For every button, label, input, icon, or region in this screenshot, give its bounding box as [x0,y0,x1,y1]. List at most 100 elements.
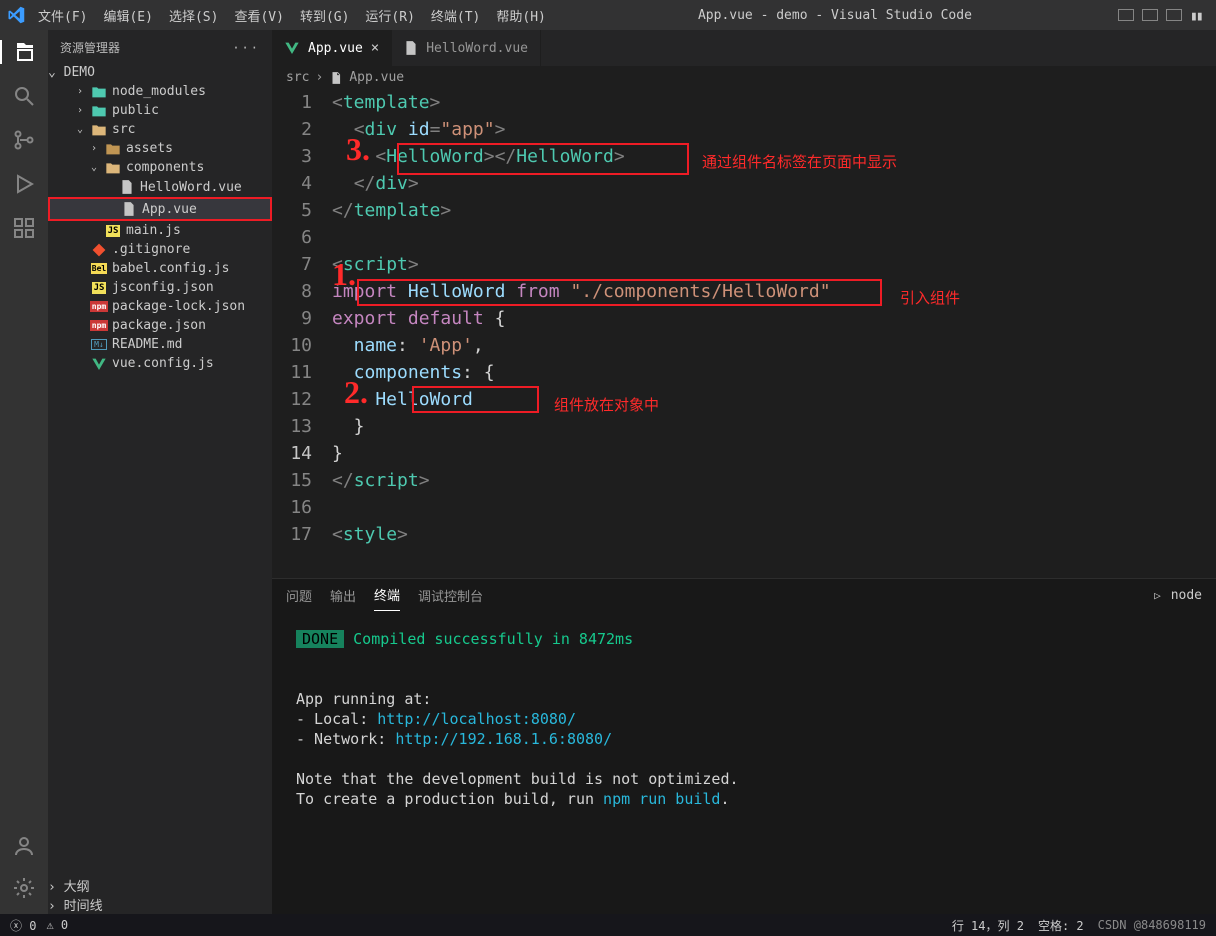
code-line[interactable]: 9export default { [272,305,1216,332]
indentation[interactable]: 空格: 2 [1038,917,1084,934]
project-name: DEMO [64,65,95,80]
editor-tab[interactable]: HelloWord.vue [392,30,541,66]
code-editor[interactable]: 1<template>2 <div id="app">3 <HelloWord>… [272,89,1216,578]
customize-layout-icon: ▮▮ [1190,9,1206,21]
tree-item[interactable]: M↓README.md [48,335,272,354]
sidebar-title: 资源管理器 [60,39,120,56]
code-line[interactable]: 12 HelloWord [272,386,1216,413]
tree-item[interactable]: App.vue [48,197,272,221]
tree-item[interactable]: HelloWord.vue [48,177,272,197]
tree-item[interactable]: ⌄src [48,120,272,139]
code-line[interactable]: 7<script> [272,251,1216,278]
extensions-icon[interactable] [0,216,48,240]
errors-count[interactable]: ⓧ 0 [10,917,36,934]
tree-item[interactable]: ›public [48,101,272,120]
folder-icon [90,123,108,137]
cursor-position[interactable]: 行 14，列 2 [952,917,1024,934]
tree-item[interactable]: .gitignore [48,240,272,259]
chevron-right-icon: › [48,880,56,895]
tree-item[interactable]: ›node_modules [48,82,272,101]
line-number: 14 [272,440,332,467]
file-icon [120,201,138,217]
code-line[interactable]: 16 [272,494,1216,521]
code-line[interactable]: 10 name: 'App', [272,332,1216,359]
tab-label: App.vue [308,41,363,56]
tree-item[interactable]: ›assets [48,139,272,158]
code-line[interactable]: 14} [272,440,1216,467]
warnings-count[interactable]: ⚠ 0 [46,918,68,932]
more-icon[interactable]: ··· [232,41,260,55]
editor-tab[interactable]: App.vue × [272,30,392,66]
tree-item-label: jsconfig.json [112,280,214,295]
menu-item[interactable]: 运行(R) [359,2,420,29]
menu-item[interactable]: 终端(T) [425,2,486,29]
menu-item[interactable]: 查看(V) [228,2,289,29]
accounts-icon[interactable] [0,834,48,858]
line-number: 7 [272,251,332,278]
file-icon [404,40,418,56]
tree-item[interactable]: JSmain.js [48,221,272,240]
breadcrumb[interactable]: src › App.vue [272,66,1216,89]
folder-icon [104,161,122,175]
code-line[interactable]: 4 </div> [272,170,1216,197]
menu-item[interactable]: 编辑(E) [97,2,158,29]
babel-icon: Bel [90,263,108,274]
search-icon[interactable] [0,84,48,108]
code-line[interactable]: 6 [272,224,1216,251]
code-line[interactable]: 11 components: { [272,359,1216,386]
tree-item-label: README.md [112,337,182,352]
tree-item-label: assets [126,141,173,156]
line-number: 12 [272,386,332,413]
terminal-output[interactable]: DONE Compiled successfully in 8472ms App… [272,611,1216,914]
terminal-panel: 问题输出终端调试控制台 ▷ node DONE Compiled success… [272,578,1216,914]
chevron-icon: › [74,86,86,97]
panel-tab[interactable]: 调试控制台 [418,580,483,611]
tree-item-label: babel.config.js [112,261,229,276]
panel-tab[interactable]: 终端 [374,579,400,611]
timeline-section[interactable]: › 时间线 [48,895,272,914]
code-line[interactable]: 13 } [272,413,1216,440]
close-icon[interactable]: × [371,40,379,56]
tree-item-label: public [112,103,159,118]
code-line[interactable]: 3 <HelloWord></HelloWord> [272,143,1216,170]
line-number: 13 [272,413,332,440]
tree-item[interactable]: vue.config.js [48,354,272,373]
code-line[interactable]: 1<template> [272,89,1216,116]
tree-item[interactable]: ⌄components [48,158,272,177]
outline-section[interactable]: › 大纲 [48,876,272,895]
panel-tab[interactable]: 问题 [286,580,312,611]
tree-item[interactable]: Bel babel.config.js [48,259,272,278]
chevron-right-icon: › [48,899,56,914]
layout-controls[interactable]: ▮▮ [1118,9,1206,21]
terminal-launch-icon[interactable]: ▷ [1154,589,1161,602]
project-section[interactable]: ⌄ DEMO [48,65,272,80]
line-number: 15 [272,467,332,494]
code-line[interactable]: 17<style> [272,521,1216,548]
editor-tabs: App.vue × HelloWord.vue [272,30,1216,66]
source-control-icon[interactable] [0,128,48,152]
tree-item[interactable]: npmpackage-lock.json [48,297,272,316]
tree-item[interactable]: npmpackage.json [48,316,272,335]
run-debug-icon[interactable] [0,172,48,196]
npm-icon: npm [90,320,108,331]
code-line[interactable]: 2 <div id="app"> [272,116,1216,143]
explorer-icon[interactable] [0,40,48,64]
menu-bar: 文件(F)编辑(E)选择(S)查看(V)转到(G)运行(R)终端(T)帮助(H) [32,2,552,29]
tree-item[interactable]: JSjsconfig.json [48,278,272,297]
folder-icon [90,104,108,118]
panel-bottom-icon [1142,9,1158,21]
line-number: 2 [272,116,332,143]
menu-item[interactable]: 文件(F) [32,2,93,29]
line-number: 1 [272,89,332,116]
code-line[interactable]: 15</script> [272,467,1216,494]
chevron-icon: ⌄ [74,124,86,135]
panel-tab[interactable]: 输出 [330,580,356,611]
code-line[interactable]: 5</template> [272,197,1216,224]
menu-item[interactable]: 帮助(H) [490,2,551,29]
menu-item[interactable]: 转到(G) [294,2,355,29]
terminal-profile-label[interactable]: node [1171,588,1202,603]
done-badge: DONE [296,630,344,648]
menu-item[interactable]: 选择(S) [163,2,224,29]
code-line[interactable]: 8import HelloWord from "./components/Hel… [272,278,1216,305]
settings-gear-icon[interactable] [0,876,48,900]
